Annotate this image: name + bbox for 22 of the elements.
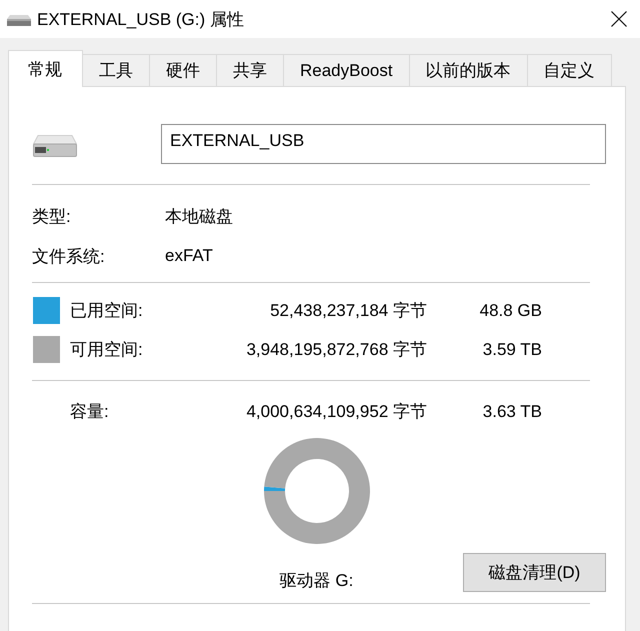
disk-cleanup-button[interactable]: 磁盘清理(D)	[463, 553, 606, 592]
drive-icon	[33, 135, 77, 157]
drive-icon	[7, 14, 31, 26]
window-title: EXTERNAL_USB (G:) 属性	[37, 8, 244, 30]
byte-count: 52,438,237,184 字节	[270, 300, 427, 322]
property-value: exFAT	[165, 246, 213, 266]
capacity-label: 容量:	[70, 401, 109, 423]
property-label: 类型:	[32, 206, 71, 228]
space-label: 可用空间:	[70, 339, 143, 361]
tab[interactable]: 自定义	[526, 54, 612, 86]
size-value: 3.59 TB	[482, 340, 542, 360]
byte-count: 3,948,195,872,768 字节	[246, 339, 427, 361]
space-label: 已用空间:	[70, 300, 143, 322]
property-value: 本地磁盘	[165, 206, 233, 228]
name-field[interactable]: EXTERNAL_USB	[161, 124, 606, 164]
drive-label: 驱动器 G:	[280, 570, 354, 592]
property-label: 文件系统:	[32, 246, 105, 268]
size-value: 3.63 TB	[482, 402, 542, 422]
tab[interactable]: 常规	[8, 50, 83, 87]
byte-count: 4,000,634,109,952 字节	[246, 401, 427, 423]
close-icon[interactable]	[611, 11, 627, 27]
size-value: 48.8 GB	[480, 300, 542, 320]
